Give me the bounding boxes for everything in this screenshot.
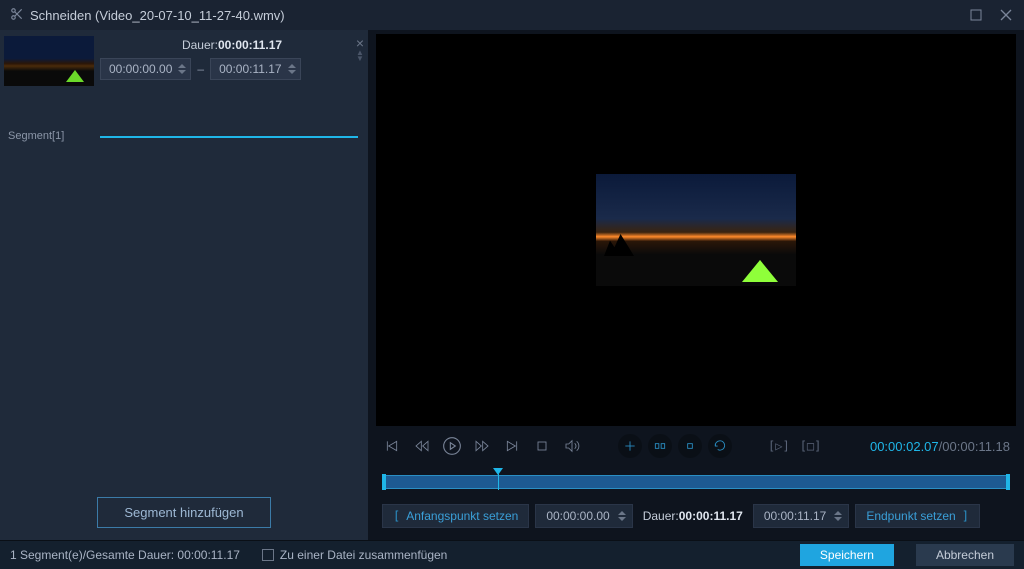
footer-bar: 1 Segment(e)/Gesamte Dauer: 00:00:11.17 … — [0, 540, 1024, 569]
window-title: Schneiden (Video_20-07-10_11-27-40.wmv) — [30, 8, 285, 23]
preview-panel: [▷] [□] 00:00:02.07/00:00:11.18 [Anfangs… — [368, 30, 1024, 540]
merge-checkbox[interactable]: Zu einer Datei zusammenfügen — [262, 548, 447, 562]
mark-out-icon[interactable]: [□] — [800, 439, 822, 453]
set-end-button[interactable]: Endpunkt setzen] — [855, 504, 980, 528]
stepper-down-icon[interactable] — [288, 70, 296, 74]
preview-frame — [596, 174, 796, 286]
time-readout: 00:00:02.07/00:00:11.18 — [870, 439, 1010, 454]
segment-move-down-icon[interactable]: ▼ — [356, 56, 364, 62]
save-button[interactable]: Speichern — [800, 544, 894, 566]
undo-icon[interactable] — [708, 434, 732, 458]
set-start-button[interactable]: [Anfangspunkt setzen — [382, 504, 529, 528]
timeline-out-handle[interactable] — [1006, 474, 1010, 490]
stepper-up-icon[interactable] — [178, 64, 186, 68]
skip-start-icon[interactable] — [382, 436, 402, 456]
stepper-up-icon[interactable] — [288, 64, 296, 68]
marker-duration-label: Dauer: — [643, 509, 679, 523]
cancel-button[interactable]: Abbrechen — [916, 544, 1014, 566]
forward-icon[interactable] — [472, 436, 492, 456]
segment-end-input[interactable]: 00:00:11.17 — [210, 58, 301, 80]
stepper-down-icon[interactable] — [178, 70, 186, 74]
add-segment-button[interactable]: Segment hinzufügen — [97, 497, 270, 528]
stepper-down-icon[interactable] — [618, 517, 626, 521]
duration-value: 00:00:11.17 — [218, 38, 282, 52]
close-icon[interactable] — [998, 7, 1014, 23]
delete-marker-icon[interactable] — [678, 434, 702, 458]
scissors-icon — [10, 7, 24, 24]
add-marker-icon[interactable] — [618, 434, 642, 458]
stepper-down-icon[interactable] — [834, 517, 842, 521]
maximize-icon[interactable] — [968, 7, 984, 23]
marker-duration-value: 00:00:11.17 — [679, 509, 743, 523]
range-dash: – — [197, 62, 204, 76]
volume-icon[interactable] — [562, 436, 582, 456]
playback-controls: [▷] [□] 00:00:02.07/00:00:11.18 — [376, 426, 1016, 466]
stepper-up-icon[interactable] — [834, 511, 842, 515]
segment-panel: × ▲ ▼ Dauer:00:00:11.17 00:00:00.00 – 00… — [0, 30, 368, 540]
duration-label: Dauer: — [182, 38, 218, 52]
total-time: 00:00:11.18 — [942, 439, 1010, 454]
title-bar: Schneiden (Video_20-07-10_11-27-40.wmv) — [0, 0, 1024, 30]
stop-icon[interactable] — [532, 436, 552, 456]
timeline[interactable] — [382, 470, 1010, 494]
segment-underline — [100, 136, 358, 138]
stepper-up-icon[interactable] — [618, 511, 626, 515]
segment-start-input[interactable]: 00:00:00.00 — [100, 58, 191, 80]
mark-in-icon[interactable]: [▷] — [768, 439, 790, 453]
video-preview — [376, 34, 1016, 426]
end-time-input[interactable]: 00:00:11.17 — [753, 504, 850, 528]
marker-inputs: [Anfangspunkt setzen 00:00:00.00 Dauer:0… — [376, 504, 1016, 540]
segment-thumbnail — [4, 36, 94, 86]
segment-item[interactable]: × ▲ ▼ Dauer:00:00:11.17 00:00:00.00 – 00… — [0, 30, 368, 86]
play-icon[interactable] — [442, 436, 462, 456]
start-time-input[interactable]: 00:00:00.00 — [535, 504, 632, 528]
segment-label: Segment[1] — [8, 130, 64, 142]
skip-end-icon[interactable] — [502, 436, 522, 456]
status-text: 1 Segment(e)/Gesamte Dauer: 00:00:11.17 — [10, 548, 240, 562]
timeline-in-handle[interactable] — [382, 474, 386, 490]
checkbox-icon[interactable] — [262, 549, 274, 561]
rewind-icon[interactable] — [412, 436, 432, 456]
split-icon[interactable] — [648, 434, 672, 458]
current-time: 00:00:02.07 — [870, 439, 939, 454]
